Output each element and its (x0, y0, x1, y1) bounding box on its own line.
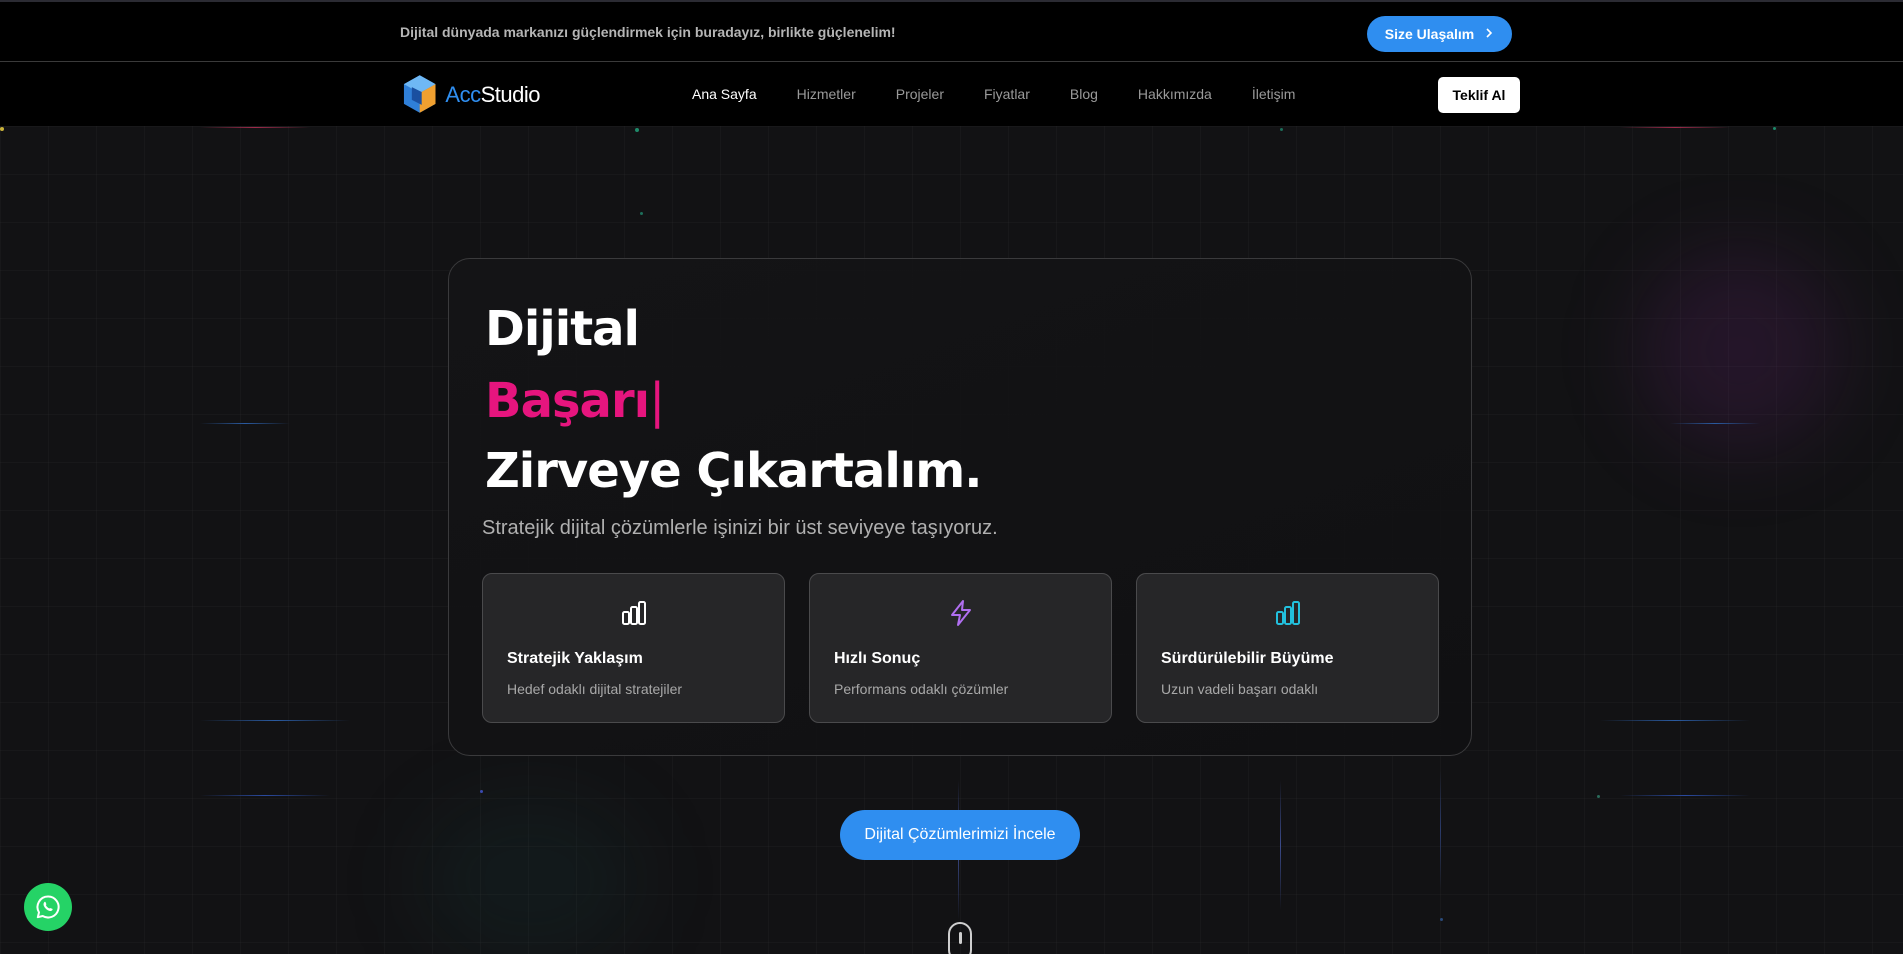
background-particle (1773, 127, 1776, 130)
nav-link-hakkimizda[interactable]: Hakkımızda (1138, 86, 1212, 102)
background-particle (1280, 128, 1283, 131)
background-streak (1280, 780, 1281, 910)
announcement-bar: Dijital dünyada markanızı güçlendirmek i… (0, 0, 1903, 62)
background-streak (1440, 770, 1441, 890)
nav-link-iletisim[interactable]: İletişim (1252, 86, 1296, 102)
whatsapp-icon (36, 895, 60, 919)
logo-text-prefix: Acc (445, 82, 481, 107)
nav-link-fiyatlar[interactable]: Fiyatlar (984, 86, 1030, 102)
background-particle (640, 212, 643, 215)
logo-icon (403, 75, 436, 113)
chevron-right-icon (1484, 26, 1494, 42)
mouse-wheel-icon (959, 932, 962, 944)
background-streak (1600, 720, 1750, 721)
contact-button[interactable]: Size Ulaşalım (1367, 16, 1512, 52)
logo[interactable]: AccStudio (400, 72, 541, 118)
background-particle (635, 128, 639, 132)
bar-chart-icon (1275, 601, 1300, 625)
feature-title: Stratejik Yaklaşım (507, 650, 643, 667)
lightning-icon (950, 600, 971, 626)
main-navbar: AccStudio Ana Sayfa Hizmetler Projeler F… (0, 62, 1903, 126)
background-particle (1597, 795, 1600, 798)
background-particle (480, 790, 483, 793)
background-streak (200, 423, 290, 424)
typing-caret: | (649, 373, 665, 429)
feature-desc: Hedef odaklı dijital stratejiler (507, 681, 683, 697)
quote-button[interactable]: Teklif Al (1438, 77, 1520, 113)
logo-text-suffix: Studio (480, 82, 541, 107)
feature-desc: Performans odaklı çözümler (834, 681, 1009, 697)
background-streak (200, 127, 310, 128)
feature-card: Sürdürülebilir Büyüme Uzun vadeli başarı… (1136, 573, 1439, 723)
announcement-text: Dijital dünyada markanızı güçlendirmek i… (400, 24, 896, 40)
hero-heading-line-3: Zirveye Çıkartalım. (485, 443, 982, 499)
background-streak (1620, 127, 1730, 128)
background-streak (1620, 795, 1750, 796)
hero-heading-line-1: Dijital (485, 301, 640, 357)
hero-subtitle: Stratejik dijital çözümlerle işinizi bir… (482, 517, 998, 539)
background-streak (200, 720, 350, 721)
nav-link-blog[interactable]: Blog (1070, 86, 1098, 102)
nav-links: Ana Sayfa Hizmetler Projeler Fiyatlar Bl… (692, 86, 1335, 102)
contact-button-label: Size Ulaşalım (1384, 26, 1475, 42)
bar-chart-icon (621, 601, 646, 625)
hero-heading-line-2: Başarı| (485, 373, 665, 429)
background-particle (1440, 918, 1443, 921)
nav-link-ana-sayfa[interactable]: Ana Sayfa (692, 86, 757, 102)
feature-title: Sürdürülebilir Büyüme (1161, 650, 1334, 667)
explore-solutions-button[interactable]: Dijital Çözümlerimizi İncele (840, 810, 1080, 860)
hero-heading-highlight: Başarı (485, 373, 650, 429)
nav-link-projeler[interactable]: Projeler (896, 86, 944, 102)
whatsapp-button[interactable] (24, 883, 72, 931)
feature-cards: Stratejik Yaklaşım Hedef odaklı dijital … (482, 573, 1439, 723)
background-streak (200, 795, 330, 796)
feature-title: Hızlı Sonuç (834, 650, 921, 667)
background-streak (1670, 423, 1760, 424)
background-glow (1640, 250, 1840, 450)
feature-desc: Uzun vadeli başarı odaklı (1161, 681, 1319, 697)
feature-card: Hızlı Sonuç Performans odaklı çözümler (809, 573, 1112, 723)
background-glow (420, 800, 640, 954)
feature-card: Stratejik Yaklaşım Hedef odaklı dijital … (482, 573, 785, 723)
logo-text: AccStudio (445, 82, 540, 108)
scroll-down-indicator[interactable] (948, 922, 972, 954)
hero-card: Dijital Başarı| Zirveye Çıkartalım. Stra… (448, 258, 1472, 756)
background-particle (0, 127, 4, 131)
nav-link-hizmetler[interactable]: Hizmetler (797, 86, 856, 102)
